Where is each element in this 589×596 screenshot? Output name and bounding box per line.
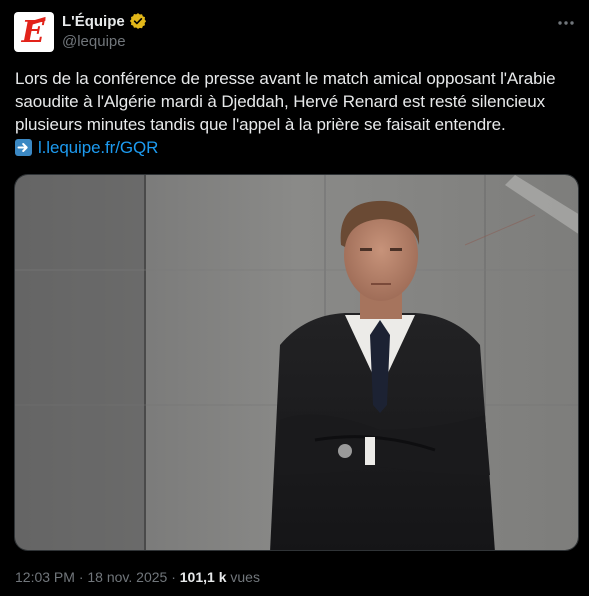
more-options-icon[interactable] [555, 12, 577, 34]
tweet-text: Lors de la conférence de presse avant le… [15, 67, 581, 159]
author-display-name[interactable]: L'Équipe [62, 13, 125, 30]
article-link[interactable]: l.lequipe.fr/GQR [38, 136, 158, 159]
tweet-photo[interactable] [14, 174, 579, 551]
meta-separator: · [74, 569, 88, 585]
tweet-text-line: plusieurs minutes tandis que l'appel à l… [15, 115, 506, 134]
meta-separator: · [167, 569, 180, 585]
views-label: vues [226, 569, 260, 585]
views-count: 101,1 k [179, 569, 227, 585]
tweet-text-line: Lors de la conférence de presse avant le… [15, 69, 556, 88]
tweet-link-line: l.lequipe.fr/GQR [15, 136, 581, 159]
author-name-row: L'Équipe [62, 12, 147, 30]
tweet-card: E L'Équipe @lequipe Lors de la conférenc… [0, 0, 589, 596]
tweet-text-line: saoudite à l'Algérie mardi à Djeddah, He… [15, 92, 546, 111]
tweet-time[interactable]: 12:03 PM [15, 569, 75, 585]
author-handle[interactable]: @lequipe [62, 33, 126, 50]
tweet-date[interactable]: 18 nov. 2025 [87, 569, 167, 585]
author-avatar[interactable]: E [14, 12, 54, 52]
right-arrow-emoji-icon [15, 139, 32, 156]
photo-man-in-black-sweater [15, 175, 578, 550]
verified-badge-icon[interactable] [129, 12, 147, 30]
tweet-meta: 12:03 PM · 18 nov. 2025 · 101,1 k vues [15, 569, 260, 585]
